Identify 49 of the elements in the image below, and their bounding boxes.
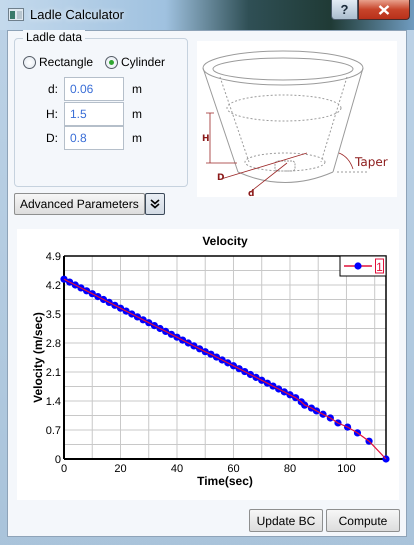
field-label: H: [45, 106, 59, 121]
field-label: D: [45, 131, 59, 146]
data-point [365, 438, 373, 445]
data-point [344, 424, 352, 431]
expand-button[interactable] [144, 193, 165, 215]
input-field[interactable]: 0.06 [64, 77, 124, 102]
y-tick-label: 2.8 [46, 338, 61, 350]
action-button[interactable]: Compute [326, 509, 400, 532]
double-chevron-icon [150, 199, 160, 209]
advanced-parameters-button[interactable]: Advanced Parameters [14, 193, 145, 215]
radio-label[interactable]: Rectangle [39, 55, 94, 69]
x-tick-label: 80 [284, 463, 296, 475]
x-tick-label: 60 [227, 463, 240, 475]
y-tick-label: 0.7 [46, 425, 61, 437]
dimension-label: H [202, 134, 210, 144]
x-tick-label: 20 [114, 463, 127, 475]
help-button[interactable]: ? [331, 0, 358, 20]
y-tick-label: 4.9 [46, 251, 61, 263]
group-title: Ladle data [23, 30, 86, 44]
unit-label: m [132, 82, 142, 96]
y-tick-label: 4.2 [46, 280, 61, 292]
data-point [354, 429, 362, 436]
field-label: d: [46, 82, 59, 96]
y-tick-label: 0 [54, 454, 61, 466]
radio-button[interactable] [23, 56, 36, 68]
y-axis-label: Velocity (m/sec) [31, 312, 45, 403]
legend-label: 1 [376, 260, 384, 274]
x-axis-label: Time(sec) [197, 474, 253, 488]
window-title: Ladle Calculator [30, 7, 124, 22]
y-tick-label: 2.1 [46, 367, 61, 379]
y-tick-label: 3.5 [46, 309, 61, 321]
radio-button[interactable] [105, 56, 118, 68]
input-field[interactable]: 0.8 [64, 126, 124, 150]
data-point [382, 455, 390, 463]
unit-label: m [132, 131, 142, 146]
close-button[interactable] [358, 0, 410, 20]
chart-title: Velocity [202, 234, 248, 248]
x-tick-label: 100 [337, 463, 356, 475]
dimension-label: Taper [355, 155, 388, 169]
app-icon [8, 8, 24, 21]
y-tick-label: 1.4 [46, 396, 61, 408]
close-icon [378, 4, 390, 14]
action-button[interactable]: Update BC [249, 509, 323, 532]
radio-label[interactable]: Cylinder [121, 55, 166, 69]
dimension-label: d [248, 189, 254, 197]
unit-label: m [132, 106, 142, 121]
x-tick-label: 40 [170, 463, 184, 475]
input-field[interactable]: 1.5 [64, 102, 124, 126]
dimension-label: D [217, 173, 224, 183]
